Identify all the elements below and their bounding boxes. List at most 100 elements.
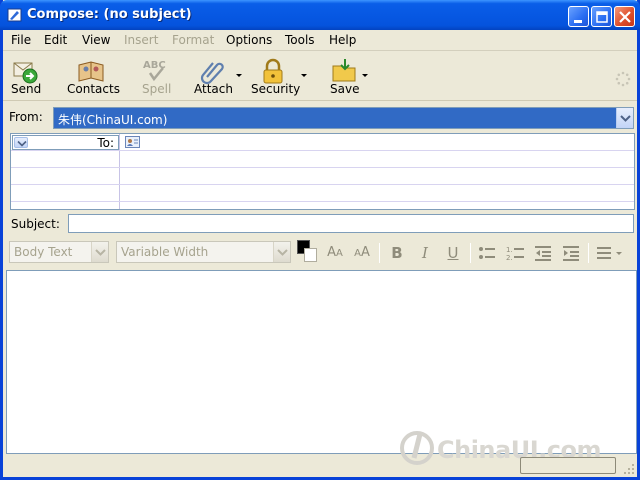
font-select[interactable]: Variable Width (116, 241, 291, 263)
menu-help[interactable]: Help (329, 33, 356, 47)
spell-button[interactable]: ABC Spell (137, 52, 177, 100)
menu-tools[interactable]: Tools (285, 33, 315, 47)
menu-format-label: Format (172, 33, 215, 47)
increase-font-size-button[interactable]: AA (352, 243, 372, 263)
bullet-list-button[interactable] (477, 243, 497, 263)
save-label: Save (330, 82, 360, 96)
numbered-list-icon: 1.2. (506, 246, 524, 262)
recipient-row[interactable]: To: (11, 134, 634, 151)
recipient-type-select[interactable]: To: (12, 135, 119, 150)
decrease-font-size-button[interactable]: AA (325, 243, 345, 263)
menu-tools-label: Tools (285, 33, 315, 47)
text-color-button[interactable] (297, 240, 319, 264)
attach-button[interactable]: Attach (191, 52, 242, 100)
send-label: Send (11, 82, 42, 96)
font-dropdown-button[interactable] (273, 242, 290, 262)
toolbar-separator (588, 243, 589, 263)
from-row: From: 朱伟(ChinaUI.com) (3, 104, 637, 131)
underline-button[interactable]: U (443, 243, 463, 263)
recipient-type-cell (11, 151, 120, 167)
indent-icon (563, 246, 579, 261)
italic-button[interactable]: I (415, 243, 435, 263)
maximize-button[interactable] (591, 6, 612, 27)
outdent-button[interactable] (533, 243, 553, 263)
menu-file-label: File (11, 33, 32, 47)
subject-row: Subject: (3, 212, 637, 236)
numbered-list-button[interactable]: 1. 2. (505, 243, 525, 263)
chevron-down-icon (17, 140, 27, 147)
recipient-row[interactable] (11, 202, 634, 209)
save-dropdown-arrow-icon[interactable] (362, 74, 368, 77)
recipient-type-cell (11, 202, 120, 209)
font-smaller-icon: AA (327, 245, 343, 260)
menu-insert-label: Insert (124, 33, 159, 47)
security-dropdown-arrow-icon[interactable] (301, 74, 307, 77)
from-account-select[interactable]: 朱伟(ChinaUI.com) (53, 107, 634, 129)
minimize-button[interactable] (568, 6, 589, 27)
status-progress-pane (520, 457, 616, 474)
subject-label: Subject: (11, 217, 60, 231)
font-larger-icon: AA (354, 245, 370, 260)
align-button[interactable] (595, 243, 625, 263)
from-account-value: 朱伟(ChinaUI.com) (58, 113, 168, 127)
bullet-list-icon (479, 247, 495, 259)
attach-label: Attach (194, 82, 233, 96)
compose-app-icon (7, 8, 22, 22)
recipient-row[interactable] (11, 168, 634, 185)
padlock-icon (263, 58, 283, 84)
main-toolbar: Send Contacts ABC Spell Attach Security … (3, 52, 637, 101)
spell-label: Spell (142, 82, 172, 96)
contacts-button[interactable]: Contacts (63, 52, 123, 100)
indent-button[interactable] (561, 243, 581, 263)
menu-file[interactable]: File (11, 33, 31, 47)
chevron-down-icon (95, 249, 106, 256)
menu-edit-label: Edit (44, 33, 68, 47)
toolbar-separator (470, 243, 471, 263)
recipient-list[interactable]: To: (10, 133, 635, 210)
recipient-row[interactable] (11, 151, 634, 168)
menu-options-label: Options (226, 33, 273, 47)
status-bar (3, 455, 637, 477)
paragraph-style-select[interactable]: Body Text (9, 241, 109, 263)
save-button[interactable]: Save (328, 52, 368, 100)
paragraph-style-dropdown-button[interactable] (91, 242, 108, 262)
subject-input[interactable] (68, 214, 634, 233)
menu-view[interactable]: View (82, 33, 110, 47)
contacts-label: Contacts (67, 82, 120, 96)
font-value: Variable Width (121, 245, 209, 259)
security-label: Security (251, 82, 301, 96)
spellcheck-icon: ABC (143, 60, 166, 82)
align-justify-icon (597, 247, 622, 259)
recipient-type-cell: To: (11, 134, 120, 150)
resize-grip-icon[interactable] (623, 463, 635, 475)
outdent-icon (535, 246, 551, 261)
attach-dropdown-arrow-icon[interactable] (236, 74, 242, 77)
close-button[interactable] (614, 6, 635, 27)
contacts-book-icon (78, 61, 104, 82)
menu-format[interactable]: Format (172, 33, 214, 47)
window-title: Compose: (no subject) (27, 7, 192, 22)
menu-bar: File Edit View Insert Format Options Too… (3, 30, 637, 51)
menu-edit[interactable]: Edit (44, 33, 67, 47)
title-bar[interactable]: Compose: (no subject) (0, 0, 640, 30)
svg-text:2.: 2. (506, 254, 513, 262)
menu-insert[interactable]: Insert (124, 33, 158, 47)
security-button[interactable]: Security (249, 52, 309, 100)
svg-text:1.: 1. (506, 246, 513, 254)
recipient-type-cell (11, 168, 120, 184)
menu-options[interactable]: Options (226, 33, 272, 47)
from-dropdown-button[interactable] (616, 108, 633, 128)
bold-button[interactable]: B (387, 243, 407, 263)
recipient-type-cell (11, 185, 120, 201)
recipient-type-label: To: (97, 136, 114, 150)
chevron-down-icon (620, 115, 631, 122)
format-toolbar: Body Text Variable Width AA AA B I U 1. 2… (3, 238, 637, 268)
send-button[interactable]: Send (5, 52, 45, 100)
recipient-row[interactable] (11, 185, 634, 202)
message-body-editor[interactable] (6, 270, 637, 454)
menu-view-label: View (82, 33, 111, 47)
menu-help-label: Help (329, 33, 357, 47)
folder-save-icon (332, 59, 356, 82)
background-color-swatch (304, 248, 317, 262)
recipient-type-dropdown-button[interactable] (14, 137, 28, 148)
